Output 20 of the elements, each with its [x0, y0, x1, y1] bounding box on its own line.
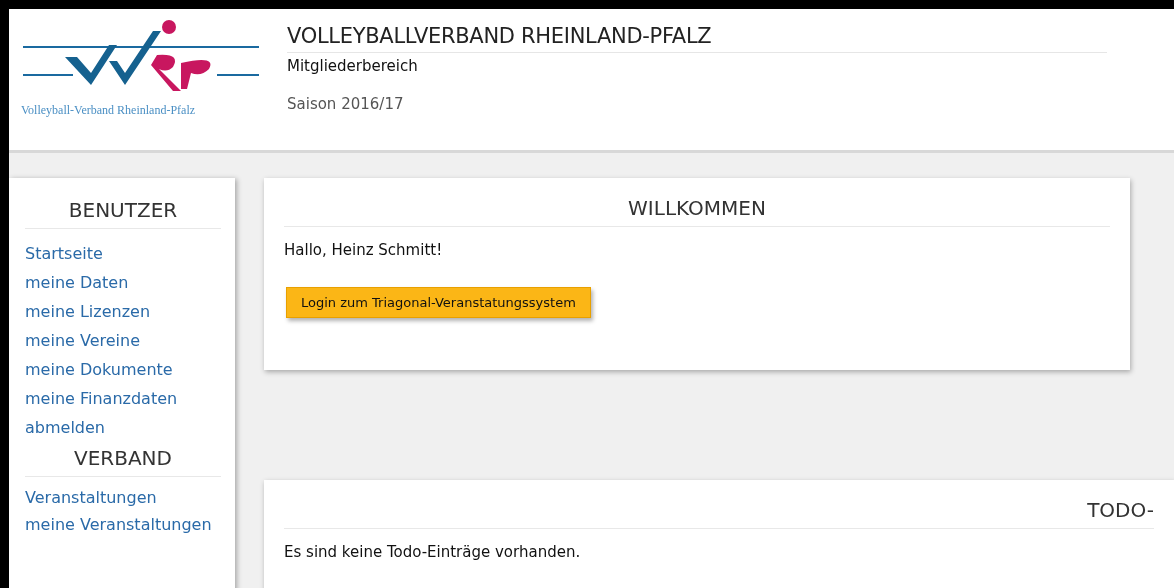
site-subtitle: Mitgliederbereich	[287, 57, 419, 75]
logo-caption: Volleyball-Verband Rheinland-Pfalz	[21, 103, 197, 118]
sidebar-link[interactable]: meine Vereine	[25, 326, 221, 355]
season-label: Saison 2016/17	[287, 95, 405, 113]
greeting-text: Hallo, Heinz Schmitt!	[284, 241, 444, 259]
site-title: VOLLEYBALLVERBAND RHEINLAND-PFALZ	[287, 24, 1107, 53]
sidebar-link[interactable]: meine Dokumente	[25, 355, 221, 384]
sidebar-link[interactable]: Veranstaltungen	[25, 487, 221, 508]
sidebar-link[interactable]: Startseite	[25, 239, 221, 268]
section-heading: VERBAND	[25, 446, 221, 477]
card-heading: TODO-	[284, 498, 1154, 529]
section-heading: BENUTZER	[25, 198, 221, 229]
todo-message: Es sind keine Todo-Einträge vorhanden.	[284, 543, 582, 561]
sidebar-link[interactable]: meine Veranstaltungen	[25, 514, 221, 535]
sidebar-link[interactable]: meine Daten	[25, 268, 221, 297]
sidebar-link[interactable]: meine Finanzdaten	[25, 384, 221, 413]
card-heading: WILLKOMMEN	[284, 196, 1110, 227]
login-button[interactable]: Login zum Triagonal-Veranstatungssystem	[286, 287, 591, 318]
sidebar-link[interactable]: abmelden	[25, 413, 221, 442]
sidebar-link[interactable]: meine Lizenzen	[25, 297, 221, 326]
